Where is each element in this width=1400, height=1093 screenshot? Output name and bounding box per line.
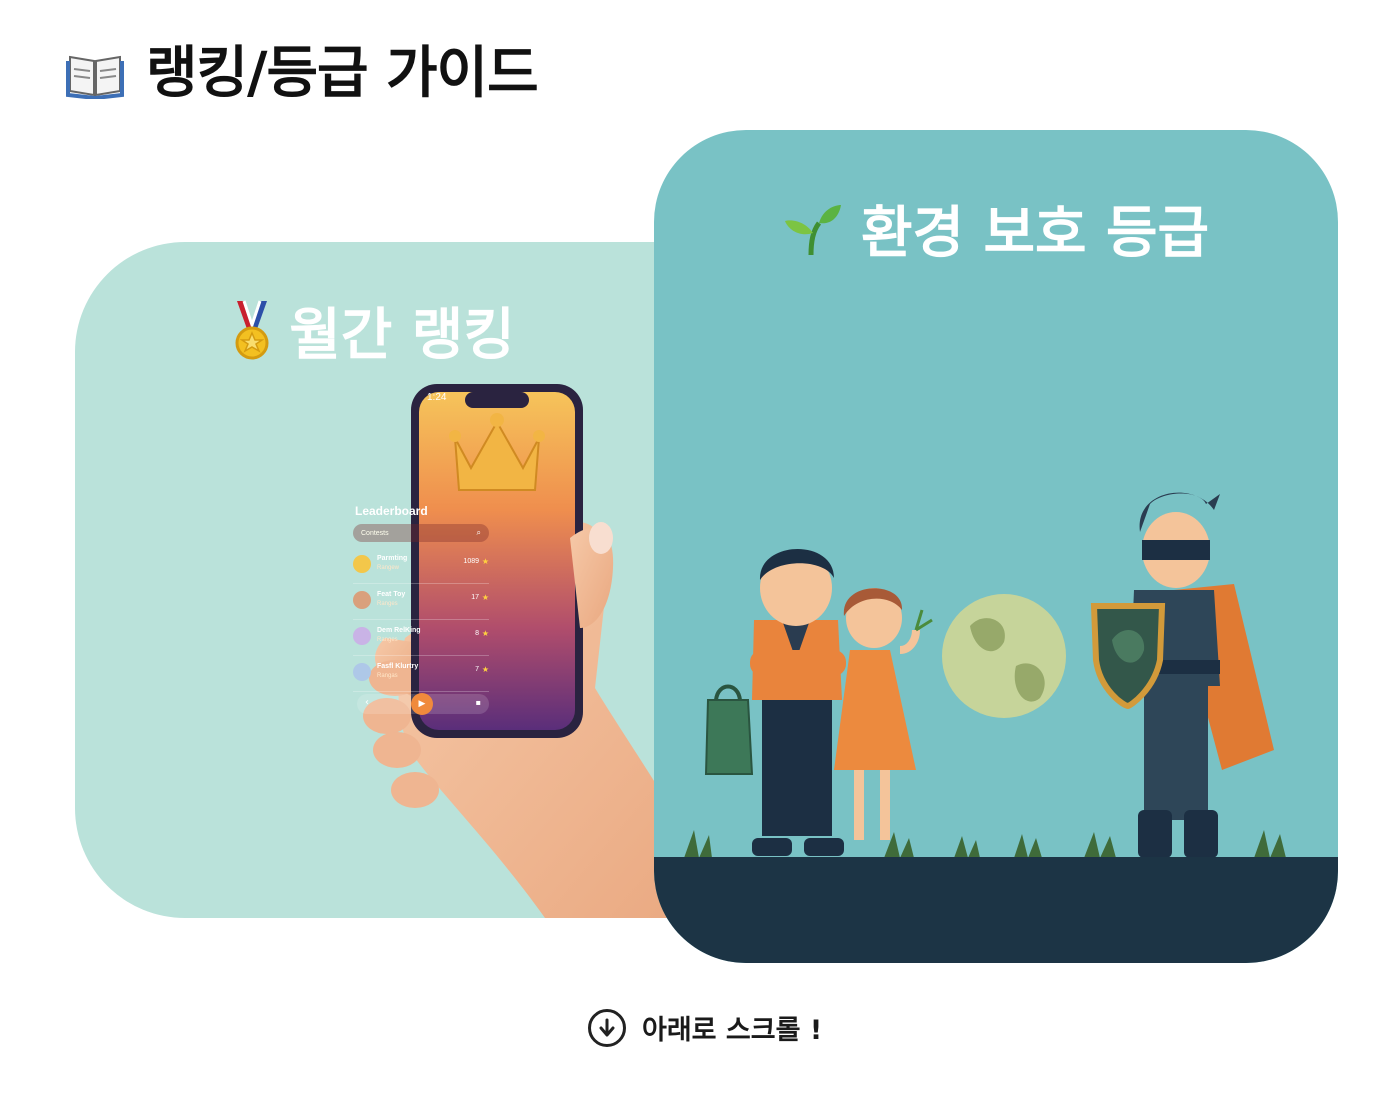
avatar	[353, 555, 371, 573]
leaderboard-score: 1089	[463, 558, 479, 565]
ground-strip	[654, 857, 1338, 963]
leaderboard-row[interactable]: Dem RelKing Ranges 8 ★	[353, 620, 489, 656]
monthly-ranking-heading: 월간 랭킹	[75, 290, 675, 371]
leaderboard-sub: Rangas	[377, 673, 398, 679]
leaderboard-sub: Rangew	[377, 565, 400, 571]
leaderboard-row[interactable]: Feat Toy Ranges 17 ★	[353, 584, 489, 620]
phone-bottom-bar: ‹ ▶ ▪	[357, 693, 489, 715]
scroll-hint[interactable]: 아래로 스크롤 !	[588, 1008, 822, 1047]
leaderboard-score: 8	[475, 630, 479, 637]
leaderboard-row[interactable]: Parmting Rangew 1089 ★	[353, 548, 489, 584]
star-icon: ★	[481, 629, 489, 638]
star-icon: ★	[481, 593, 489, 602]
monthly-ranking-title: 월간 랭킹	[289, 303, 515, 368]
phone-back-icon[interactable]: ‹	[365, 697, 369, 708]
page-header: 랭킹/등급 가이드	[66, 38, 539, 110]
open-book-icon	[66, 55, 124, 99]
leaderboard-sub: Ranges	[377, 637, 398, 643]
phone-search-field[interactable]: Contests ⌕	[353, 524, 489, 542]
eco-grade-title: 환경 보호 등급	[860, 201, 1210, 266]
scroll-hint-label: 아래로 스크롤 !	[642, 1015, 823, 1046]
leaderboard-score: 7	[475, 666, 479, 673]
medal-icon	[235, 300, 269, 359]
leaderboard-row[interactable]: Fasfl Klurtry Rangas 7 ★	[353, 656, 489, 692]
phone-search-placeholder: Contests	[361, 529, 389, 537]
eco-grade-card[interactable]: 환경 보호 등급	[654, 130, 1338, 963]
leaderboard-name: Feat Toy	[377, 591, 406, 598]
leaderboard-sub: Ranges	[377, 601, 398, 607]
seedling-icon	[784, 204, 841, 255]
avatar	[353, 663, 371, 681]
phone-lock-icon[interactable]: ▪	[476, 698, 481, 707]
leaderboard-name: Fasfl Klurtry	[377, 663, 419, 670]
avatar	[353, 627, 371, 645]
phone-play-icon[interactable]: ▶	[411, 693, 433, 715]
star-icon: ★	[481, 557, 489, 566]
eco-hero-illustration	[684, 492, 1286, 858]
phone-leaderboard-list: Parmting Rangew 1089 ★ Feat Toy Ranges 17 ★ Dem …	[353, 548, 489, 692]
star-icon: ★	[481, 665, 489, 674]
leaderboard-name: Parmting	[377, 555, 408, 562]
page-title: 랭킹/등급 가이드	[146, 41, 539, 106]
leaderboard-name: Dem RelKing	[377, 627, 421, 634]
eco-grade-heading: 환경 보호 등급	[654, 188, 1338, 269]
avatar	[353, 591, 371, 609]
arrow-down-circle-icon	[588, 1008, 626, 1047]
leaderboard-score: 17	[471, 594, 479, 601]
phone-leaderboard-heading: Leaderboard	[355, 504, 428, 518]
phone-time: 1:24	[427, 392, 447, 403]
search-icon: ⌕	[476, 528, 481, 537]
